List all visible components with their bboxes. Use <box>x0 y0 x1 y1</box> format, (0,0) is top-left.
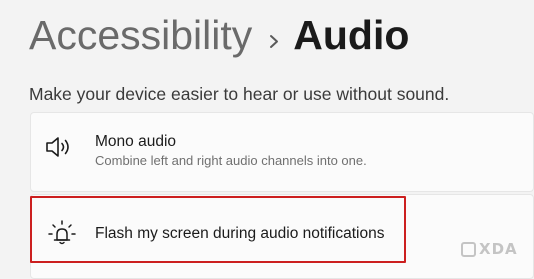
breadcrumb-accessibility[interactable]: Accessibility <box>29 12 252 59</box>
chevron-right-icon <box>269 30 279 52</box>
setting-card-mono-audio[interactable] <box>30 112 534 192</box>
xda-logo-icon <box>461 241 476 257</box>
mono-audio-description: Combine left and right audio channels in… <box>95 153 367 168</box>
mono-audio-title: Mono audio <box>95 133 177 150</box>
highlight-box <box>30 196 406 263</box>
page-title: Audio <box>293 12 410 58</box>
page-description: Make your device easier to hear or use w… <box>29 84 450 104</box>
breadcrumb: Accessibility Audio <box>29 12 409 59</box>
watermark-text: XDA <box>479 240 518 258</box>
xda-watermark: XDA <box>461 238 518 260</box>
speaker-icon <box>44 132 74 162</box>
